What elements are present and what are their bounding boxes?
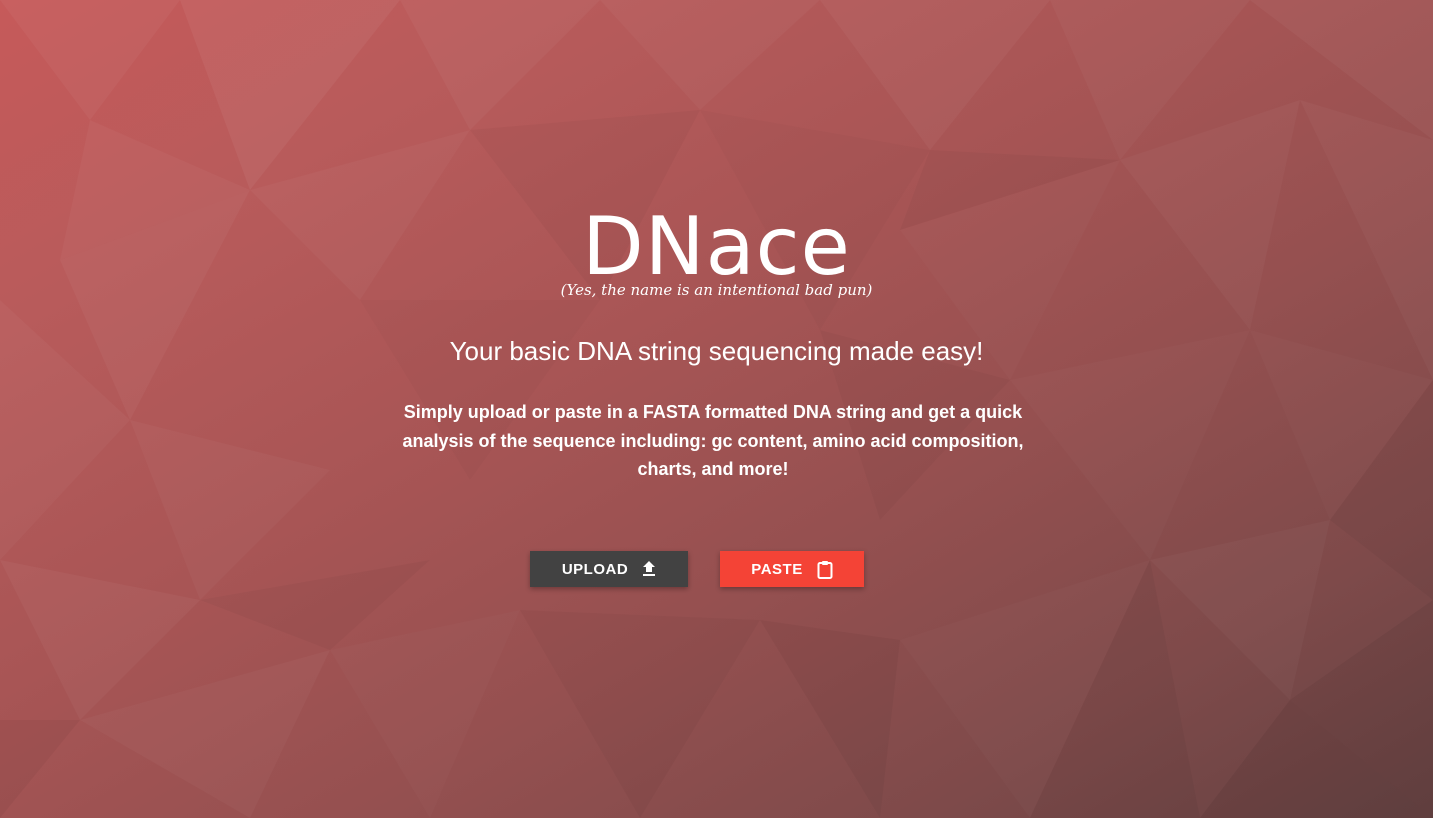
upload-button-label: UPLOAD: [561, 560, 629, 578]
app-logo: DNace: [582, 200, 851, 293]
upload-icon: [642, 561, 656, 577]
upload-button[interactable]: UPLOAD: [530, 551, 688, 587]
logo-tagline: (Yes, the name is an intentional bad pun…: [560, 281, 873, 299]
description: Simply upload or paste in a FASTA format…: [402, 402, 1024, 479]
clipboard-icon: [817, 560, 833, 579]
paste-button[interactable]: PASTE: [720, 551, 864, 587]
paste-button-label: PASTE: [751, 560, 803, 578]
hero-section: DNace (Yes, the name is an intentional b…: [0, 0, 1433, 818]
headline: Your basic DNA string sequencing made ea…: [449, 336, 984, 366]
